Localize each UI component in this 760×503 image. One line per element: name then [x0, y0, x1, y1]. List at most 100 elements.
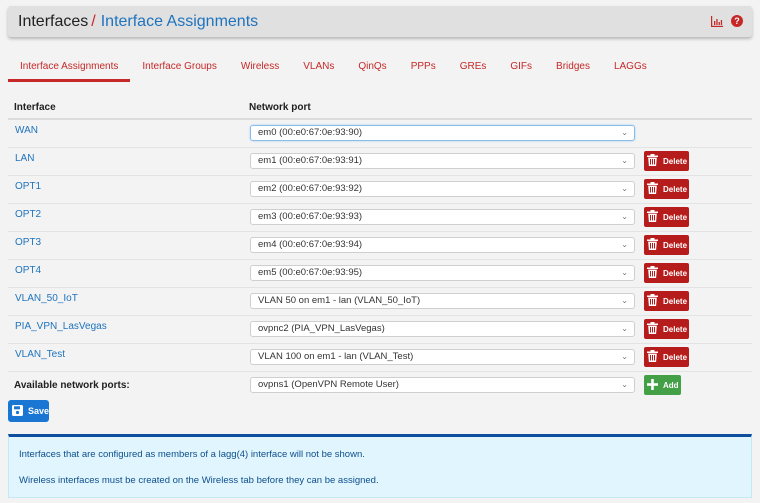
- breadcrumb: Interfaces / Interface Assignments: [18, 12, 258, 31]
- chevron-down-icon: ⌄: [621, 352, 628, 361]
- tab-ppps[interactable]: PPPs: [399, 54, 448, 82]
- tab-laggs[interactable]: LAGGs: [602, 54, 659, 82]
- delete-button[interactable]: Delete: [644, 235, 689, 255]
- tab-gres[interactable]: GREs: [448, 54, 499, 82]
- add-label: Add: [663, 380, 679, 390]
- chevron-down-icon: ⌄: [621, 212, 628, 221]
- interface-link[interactable]: WAN: [15, 125, 38, 136]
- interface-link[interactable]: VLAN_50_IoT: [15, 293, 78, 304]
- delete-label: Delete: [663, 184, 688, 194]
- interface-link[interactable]: VLAN_Test: [15, 349, 65, 360]
- tab-interface-assignments[interactable]: Interface Assignments: [8, 54, 131, 82]
- network-port-value: em3 (00:e0:67:0e:93:93): [258, 211, 363, 222]
- tab-gifs[interactable]: GIFs: [498, 54, 544, 82]
- network-port-value: ovpnc2 (PIA_VPN_LasVegas): [258, 323, 385, 334]
- table-row: OPT4 em5 (00:e0:67:0e:93:95) ⌄ Delete: [8, 260, 752, 288]
- network-port-select[interactable]: em5 (00:e0:67:0e:93:95) ⌄: [250, 265, 635, 281]
- tab-bridges[interactable]: Bridges: [544, 54, 602, 82]
- delete-button[interactable]: Delete: [644, 291, 689, 311]
- table-row: VLAN_50_IoT VLAN 50 on em1 - lan (VLAN_50…: [8, 288, 752, 316]
- chart-icon[interactable]: [711, 15, 723, 27]
- network-port-value: em0 (00:e0:67:0e:93:90): [258, 127, 363, 138]
- network-port-value: VLAN 50 on em1 - lan (VLAN_50_IoT): [258, 295, 421, 306]
- chevron-down-icon: ⌄: [621, 128, 628, 137]
- table-row: VLAN_Test VLAN 100 on em1 - lan (VLAN_Tes…: [8, 344, 752, 372]
- delete-label: Delete: [663, 240, 688, 250]
- interface-link[interactable]: PIA_VPN_LasVegas: [15, 321, 107, 332]
- trash-icon: [647, 322, 658, 336]
- info-alert: Interfaces that are configured as member…: [8, 434, 752, 498]
- delete-button[interactable]: Delete: [644, 319, 689, 339]
- table-row: OPT2 em3 (00:e0:67:0e:93:93) ⌄ Delete: [8, 204, 752, 232]
- table-row: WAN em0 (00:e0:67:0e:93:90) ⌄: [8, 120, 752, 148]
- page-header: Interfaces / Interface Assignments ?: [8, 6, 752, 37]
- table-row: LAN em1 (00:e0:67:0e:93:91) ⌄ Delete: [8, 148, 752, 176]
- network-port-value: VLAN 100 on em1 - lan (VLAN_Test): [258, 351, 414, 362]
- network-port-value: em1 (00:e0:67:0e:93:91): [258, 155, 363, 166]
- network-port-value: em4 (00:e0:67:0e:93:94): [258, 239, 363, 250]
- chevron-down-icon: ⌄: [621, 324, 628, 333]
- network-port-select[interactable]: em4 (00:e0:67:0e:93:94) ⌄: [250, 237, 635, 253]
- network-port-select[interactable]: em0 (00:e0:67:0e:93:90) ⌄: [250, 125, 635, 141]
- trash-icon: [647, 210, 658, 224]
- trash-icon: [647, 294, 658, 308]
- trash-icon: [647, 154, 658, 168]
- trash-icon: [647, 238, 658, 252]
- interface-table: Interface Network port WAN em0 (00:e0:67:…: [8, 96, 752, 400]
- interface-link[interactable]: OPT1: [15, 181, 41, 192]
- breadcrumb-current[interactable]: Interface Assignments: [101, 13, 258, 30]
- save-icon: [12, 404, 23, 418]
- network-port-value: em2 (00:e0:67:0e:93:92): [258, 183, 363, 194]
- delete-label: Delete: [663, 296, 688, 306]
- interface-link[interactable]: LAN: [15, 153, 34, 164]
- network-port-select[interactable]: em1 (00:e0:67:0e:93:91) ⌄: [250, 153, 635, 169]
- table-header: Interface Network port: [8, 96, 752, 120]
- table-row: OPT3 em4 (00:e0:67:0e:93:94) ⌄ Delete: [8, 232, 752, 260]
- delete-button[interactable]: Delete: [644, 347, 689, 367]
- tab-wireless[interactable]: Wireless: [229, 54, 291, 82]
- interface-link[interactable]: OPT4: [15, 265, 41, 276]
- network-port-select[interactable]: em3 (00:e0:67:0e:93:93) ⌄: [250, 209, 635, 225]
- delete-label: Delete: [663, 324, 688, 334]
- trash-icon: [647, 182, 658, 196]
- delete-button[interactable]: Delete: [644, 263, 689, 283]
- column-header-network-port: Network port: [249, 102, 311, 113]
- delete-button[interactable]: Delete: [644, 207, 689, 227]
- delete-label: Delete: [663, 156, 688, 166]
- available-ports-row: Available network ports: ovpns1 (OpenVPN…: [8, 372, 752, 400]
- network-port-select[interactable]: em2 (00:e0:67:0e:93:92) ⌄: [250, 181, 635, 197]
- table-row: OPT1 em2 (00:e0:67:0e:93:92) ⌄ Delete: [8, 176, 752, 204]
- info-line-wireless: Wireless interfaces must be created on t…: [19, 475, 379, 486]
- tab-qinqs[interactable]: QinQs: [346, 54, 398, 82]
- chevron-down-icon: ⌄: [621, 184, 628, 193]
- tab-bar: Interface Assignments Interface Groups W…: [8, 54, 659, 82]
- save-button[interactable]: Save: [8, 400, 49, 422]
- delete-button[interactable]: Delete: [644, 179, 689, 199]
- plus-icon: [647, 378, 658, 392]
- chevron-down-icon: ⌄: [621, 268, 628, 277]
- chevron-down-icon: ⌄: [621, 240, 628, 249]
- network-port-select[interactable]: ovpnc2 (PIA_VPN_LasVegas) ⌄: [250, 321, 635, 337]
- available-port-select[interactable]: ovpns1 (OpenVPN Remote User) ⌄: [250, 377, 635, 393]
- available-port-value: ovpns1 (OpenVPN Remote User): [258, 379, 399, 390]
- tab-interface-groups[interactable]: Interface Groups: [130, 54, 228, 82]
- interface-link[interactable]: OPT2: [15, 209, 41, 220]
- delete-label: Delete: [663, 212, 688, 222]
- trash-icon: [647, 266, 658, 280]
- breadcrumb-separator: /: [91, 13, 96, 30]
- network-port-select[interactable]: VLAN 50 on em1 - lan (VLAN_50_IoT) ⌄: [250, 293, 635, 309]
- info-line-lagg: Interfaces that are configured as member…: [19, 449, 365, 460]
- help-icon[interactable]: ?: [731, 15, 743, 27]
- chevron-down-icon: ⌄: [621, 156, 628, 165]
- delete-button[interactable]: Delete: [644, 151, 689, 171]
- tab-vlans[interactable]: VLANs: [291, 54, 346, 82]
- add-button[interactable]: Add: [644, 375, 681, 395]
- chevron-down-icon: ⌄: [621, 380, 628, 389]
- trash-icon: [647, 350, 658, 364]
- svg-text:?: ?: [734, 16, 740, 26]
- save-label: Save: [28, 406, 50, 416]
- breadcrumb-root[interactable]: Interfaces: [18, 13, 88, 30]
- network-port-select[interactable]: VLAN 100 on em1 - lan (VLAN_Test) ⌄: [250, 349, 635, 365]
- chevron-down-icon: ⌄: [621, 296, 628, 305]
- interface-link[interactable]: OPT3: [15, 237, 41, 248]
